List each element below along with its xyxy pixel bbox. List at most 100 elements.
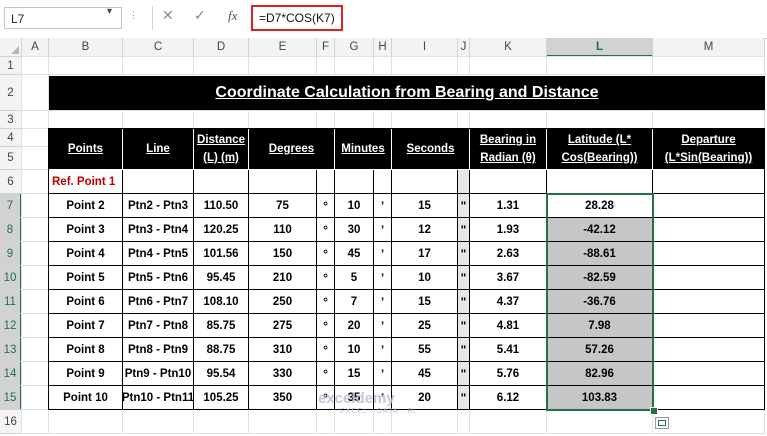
line-cell[interactable]: Ptn5 - Ptn6 (123, 266, 194, 290)
empty-cell[interactable] (653, 170, 765, 194)
seconds-cell[interactable]: 25 (392, 314, 458, 338)
degrees-cell[interactable]: 210 (249, 266, 317, 290)
minute-symbol[interactable]: ’ (374, 314, 392, 338)
empty-cell[interactable] (470, 170, 547, 194)
second-symbol[interactable]: " (458, 218, 470, 242)
row-header-5[interactable]: 5 (0, 147, 22, 170)
fill-handle[interactable] (650, 407, 658, 415)
point-cell[interactable]: Point 4 (49, 242, 123, 266)
degree-symbol[interactable]: ° (317, 314, 335, 338)
latitude-cell[interactable]: 82.96 (547, 362, 653, 386)
minute-symbol[interactable]: ’ (374, 338, 392, 362)
column-header-l[interactable]: L (547, 38, 653, 57)
row-header-10[interactable]: 10 (0, 266, 22, 290)
seconds-cell[interactable]: 17 (392, 242, 458, 266)
degree-symbol[interactable]: ° (317, 242, 335, 266)
row-header-12[interactable]: 12 (0, 314, 22, 338)
bearing-cell[interactable]: 1.31 (470, 194, 547, 218)
minute-symbol[interactable]: ’ (374, 362, 392, 386)
distance-cell[interactable]: 110.50 (194, 194, 249, 218)
distance-cell[interactable]: 85.75 (194, 314, 249, 338)
minutes-cell[interactable]: 10 (335, 194, 374, 218)
degrees-cell[interactable]: 350 (249, 386, 317, 410)
minute-symbol[interactable]: ’ (374, 194, 392, 218)
point-cell[interactable]: Point 9 (49, 362, 123, 386)
distance-cell[interactable]: 95.54 (194, 362, 249, 386)
point-cell[interactable]: Point 2 (49, 194, 123, 218)
second-symbol[interactable]: " (458, 242, 470, 266)
row-header-16[interactable]: 16 (0, 410, 22, 434)
row-header-9[interactable]: 9 (0, 242, 22, 266)
column-header-e[interactable]: E (249, 38, 317, 57)
departure-cell[interactable] (653, 386, 765, 410)
departure-cell[interactable] (653, 290, 765, 314)
line-cell[interactable]: Ptn4 - Ptn5 (123, 242, 194, 266)
empty-cell[interactable] (123, 170, 194, 194)
row-header-8[interactable]: 8 (0, 218, 22, 242)
bearing-cell[interactable]: 4.37 (470, 290, 547, 314)
column-header-b[interactable]: B (49, 38, 123, 57)
degree-symbol[interactable]: ° (317, 194, 335, 218)
degree-symbol[interactable]: ° (317, 362, 335, 386)
minutes-cell[interactable]: 45 (335, 242, 374, 266)
degrees-cell[interactable]: 310 (249, 338, 317, 362)
empty-cell[interactable] (547, 170, 653, 194)
row-header-7[interactable]: 7 (0, 194, 22, 218)
degrees-cell[interactable]: 150 (249, 242, 317, 266)
degree-symbol[interactable]: ° (317, 338, 335, 362)
empty-cell[interactable] (194, 170, 249, 194)
minutes-cell[interactable]: 10 (335, 338, 374, 362)
line-cell[interactable]: Ptn2 - Ptn3 (123, 194, 194, 218)
line-cell[interactable]: Ptn6 - Ptn7 (123, 290, 194, 314)
distance-cell[interactable]: 108.10 (194, 290, 249, 314)
minute-symbol[interactable]: ’ (374, 242, 392, 266)
row-header-11[interactable]: 11 (0, 290, 22, 314)
point-cell[interactable]: Point 3 (49, 218, 123, 242)
seconds-cell[interactable]: 12 (392, 218, 458, 242)
second-symbol[interactable]: " (458, 338, 470, 362)
latitude-cell[interactable]: 28.28 (547, 194, 653, 218)
column-header-d[interactable]: D (194, 38, 249, 57)
seconds-cell[interactable]: 10 (392, 266, 458, 290)
seconds-cell[interactable]: 45 (392, 362, 458, 386)
quick-analysis-icon[interactable] (655, 417, 669, 429)
row-header-4[interactable]: 4 (0, 129, 22, 147)
minutes-cell[interactable]: 7 (335, 290, 374, 314)
point-cell[interactable]: Point 5 (49, 266, 123, 290)
departure-cell[interactable] (653, 194, 765, 218)
degrees-cell[interactable]: 275 (249, 314, 317, 338)
column-header-i[interactable]: I (392, 38, 458, 57)
chevron-down-icon[interactable]: ▾ (107, 6, 112, 17)
line-cell[interactable]: Ptn8 - Ptn9 (123, 338, 194, 362)
second-symbol[interactable]: " (458, 290, 470, 314)
latitude-cell[interactable]: -88.61 (547, 242, 653, 266)
point-cell[interactable]: Point 6 (49, 290, 123, 314)
column-header-f[interactable]: F (317, 38, 335, 57)
row-header-2[interactable]: 2 (0, 75, 22, 111)
column-header-g[interactable]: G (335, 38, 374, 57)
bearing-cell[interactable]: 5.41 (470, 338, 547, 362)
minute-symbol[interactable]: ’ (374, 218, 392, 242)
function-icon[interactable]: fx (228, 8, 237, 24)
distance-cell[interactable]: 101.56 (194, 242, 249, 266)
latitude-cell[interactable]: 57.26 (547, 338, 653, 362)
empty-cell[interactable] (374, 170, 392, 194)
distance-cell[interactable]: 88.75 (194, 338, 249, 362)
line-cell[interactable]: Ptn9 - Ptn10 (123, 362, 194, 386)
degrees-cell[interactable]: 330 (249, 362, 317, 386)
seconds-cell[interactable]: 55 (392, 338, 458, 362)
degree-symbol[interactable]: ° (317, 290, 335, 314)
second-symbol[interactable]: " (458, 194, 470, 218)
column-header-k[interactable]: K (470, 38, 547, 57)
check-icon[interactable]: ✓ (194, 7, 206, 24)
degrees-cell[interactable]: 75 (249, 194, 317, 218)
minutes-cell[interactable]: 20 (335, 314, 374, 338)
column-header-m[interactable]: M (653, 38, 765, 57)
seconds-cell[interactable]: 15 (392, 290, 458, 314)
name-box[interactable]: L7 (4, 7, 122, 29)
departure-cell[interactable] (653, 266, 765, 290)
second-symbol[interactable]: " (458, 386, 470, 410)
latitude-cell[interactable]: -36.76 (547, 290, 653, 314)
seconds-cell[interactable]: 15 (392, 194, 458, 218)
formula-input[interactable]: =D7*COS(K7) (251, 5, 343, 31)
